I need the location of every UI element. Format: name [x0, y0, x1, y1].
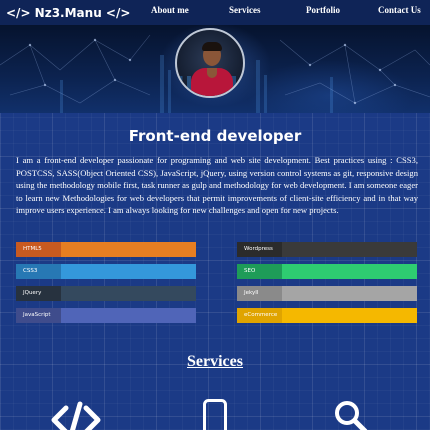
skill-fill	[61, 264, 196, 279]
nav-link-portfolio[interactable]: Portfolio	[306, 5, 340, 15]
skill-fill	[282, 286, 417, 301]
profile-avatar	[175, 28, 245, 98]
skill-label: CSS3	[16, 264, 61, 279]
nav-link-services[interactable]: Services	[229, 5, 261, 15]
skill-fill	[282, 308, 417, 323]
search-icon	[335, 401, 368, 430]
skill-label: SEO	[237, 264, 282, 279]
skill-bar-jekyll: JekyII	[237, 286, 417, 301]
navbar: </> Nz3.Manu </> About me Services Portf…	[0, 0, 430, 25]
skill-fill	[61, 308, 196, 323]
skill-fill	[61, 242, 196, 257]
code-icon	[51, 401, 101, 430]
nav-link-about-me[interactable]: About me	[151, 5, 189, 15]
skill-bar-wordpress: Wordpress	[237, 242, 417, 257]
skill-fill	[282, 264, 417, 279]
nav-links: About me Services Portfolio Contact Us	[0, 0, 430, 25]
intro-paragraph: I am a front-end developer passionate fo…	[16, 155, 418, 216]
skill-bar-css3: CSS3	[16, 264, 196, 279]
skill-label: JQuery	[16, 286, 61, 301]
skill-label: HTML5	[16, 242, 61, 257]
skill-fill	[282, 242, 417, 257]
skill-bar-seo: SEO	[237, 264, 417, 279]
services-heading[interactable]: Services	[0, 353, 430, 371]
skill-fill	[61, 286, 196, 301]
skill-bar-javascript: JavaScript	[16, 308, 196, 323]
nav-link-contact-us[interactable]: Contact Us	[378, 5, 421, 15]
skill-bar-html5: HTML5	[16, 242, 196, 257]
skill-label: eCommerce	[237, 308, 282, 323]
skill-label: JekyII	[237, 286, 282, 301]
skill-label: JavaScript	[16, 308, 61, 323]
skill-bar-ecommerce: eCommerce	[237, 308, 417, 323]
skill-bar-jquery: JQuery	[16, 286, 196, 301]
page-title: Front-end developer	[128, 127, 302, 145]
smartphone-icon	[203, 399, 227, 430]
skill-label: Wordpress	[237, 242, 282, 257]
